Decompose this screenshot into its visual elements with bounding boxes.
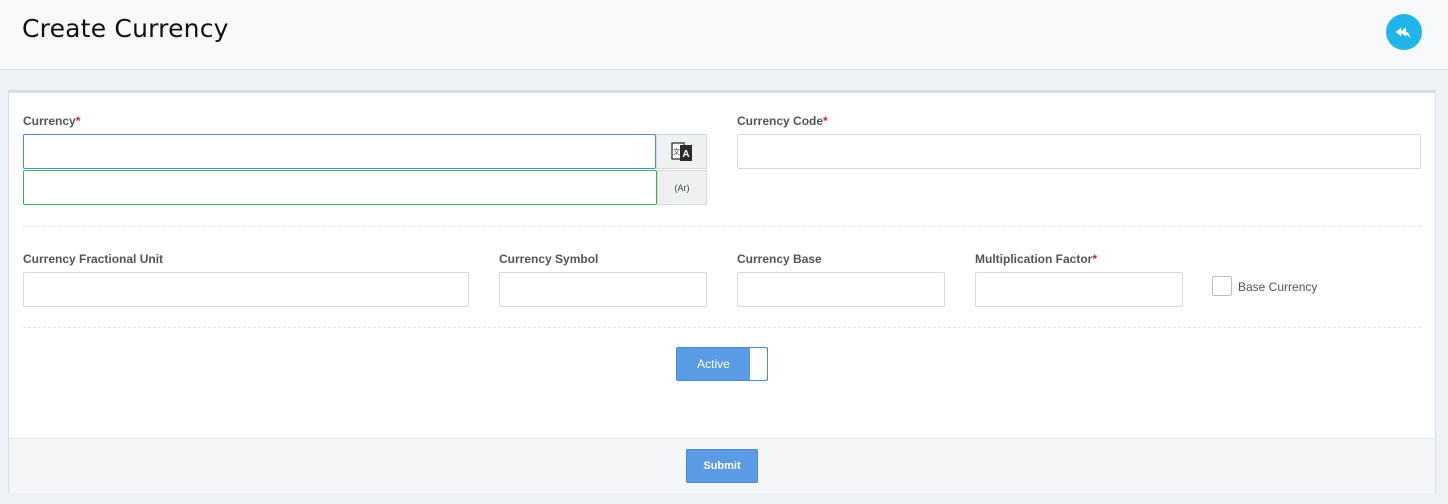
translate-icon: A 文	[670, 141, 692, 161]
currency-symbol-input[interactable]	[499, 272, 707, 307]
base-currency-label: Base Currency	[1238, 280, 1318, 294]
back-button[interactable]	[1386, 14, 1422, 50]
active-toggle-label: Active	[697, 357, 730, 371]
submit-button[interactable]: Submit	[686, 449, 758, 483]
currency-base-label: Currency Base	[737, 252, 822, 266]
svg-text:A: A	[682, 149, 689, 160]
fractional-unit-label: Currency Fractional Unit	[23, 252, 164, 266]
page-header: Create Currency	[0, 0, 1448, 70]
divider	[23, 327, 1421, 328]
svg-text:文: 文	[673, 147, 680, 156]
required-mark: *	[1092, 252, 1098, 266]
reply-arrow-icon	[1395, 27, 1411, 39]
currency-ar-input[interactable]	[23, 170, 657, 205]
ar-addon: (Ar)	[657, 170, 707, 205]
currency-label: Currency*	[23, 114, 81, 128]
multiplication-factor-input[interactable]	[975, 272, 1183, 307]
multiplication-factor-label: Multiplication Factor*	[975, 252, 1098, 266]
currency-code-input[interactable]	[737, 134, 1421, 169]
currency-input[interactable]	[23, 134, 656, 169]
active-toggle[interactable]: Active	[676, 347, 768, 381]
required-mark: *	[823, 114, 828, 128]
currency-base-input[interactable]	[737, 272, 945, 307]
divider	[23, 226, 1421, 227]
form-card: Currency* A 文 (Ar) Currency Code* Curren…	[8, 90, 1436, 493]
required-mark: *	[75, 114, 81, 128]
currency-code-label: Currency Code*	[737, 114, 828, 128]
base-currency-checkbox[interactable]	[1212, 276, 1232, 296]
translate-button[interactable]: A 文	[656, 134, 707, 169]
card-footer: Submit	[9, 438, 1435, 493]
toggle-knob	[750, 348, 767, 380]
currency-symbol-label: Currency Symbol	[499, 252, 599, 266]
fractional-unit-input[interactable]	[23, 272, 469, 307]
page-title: Create Currency	[22, 14, 229, 43]
